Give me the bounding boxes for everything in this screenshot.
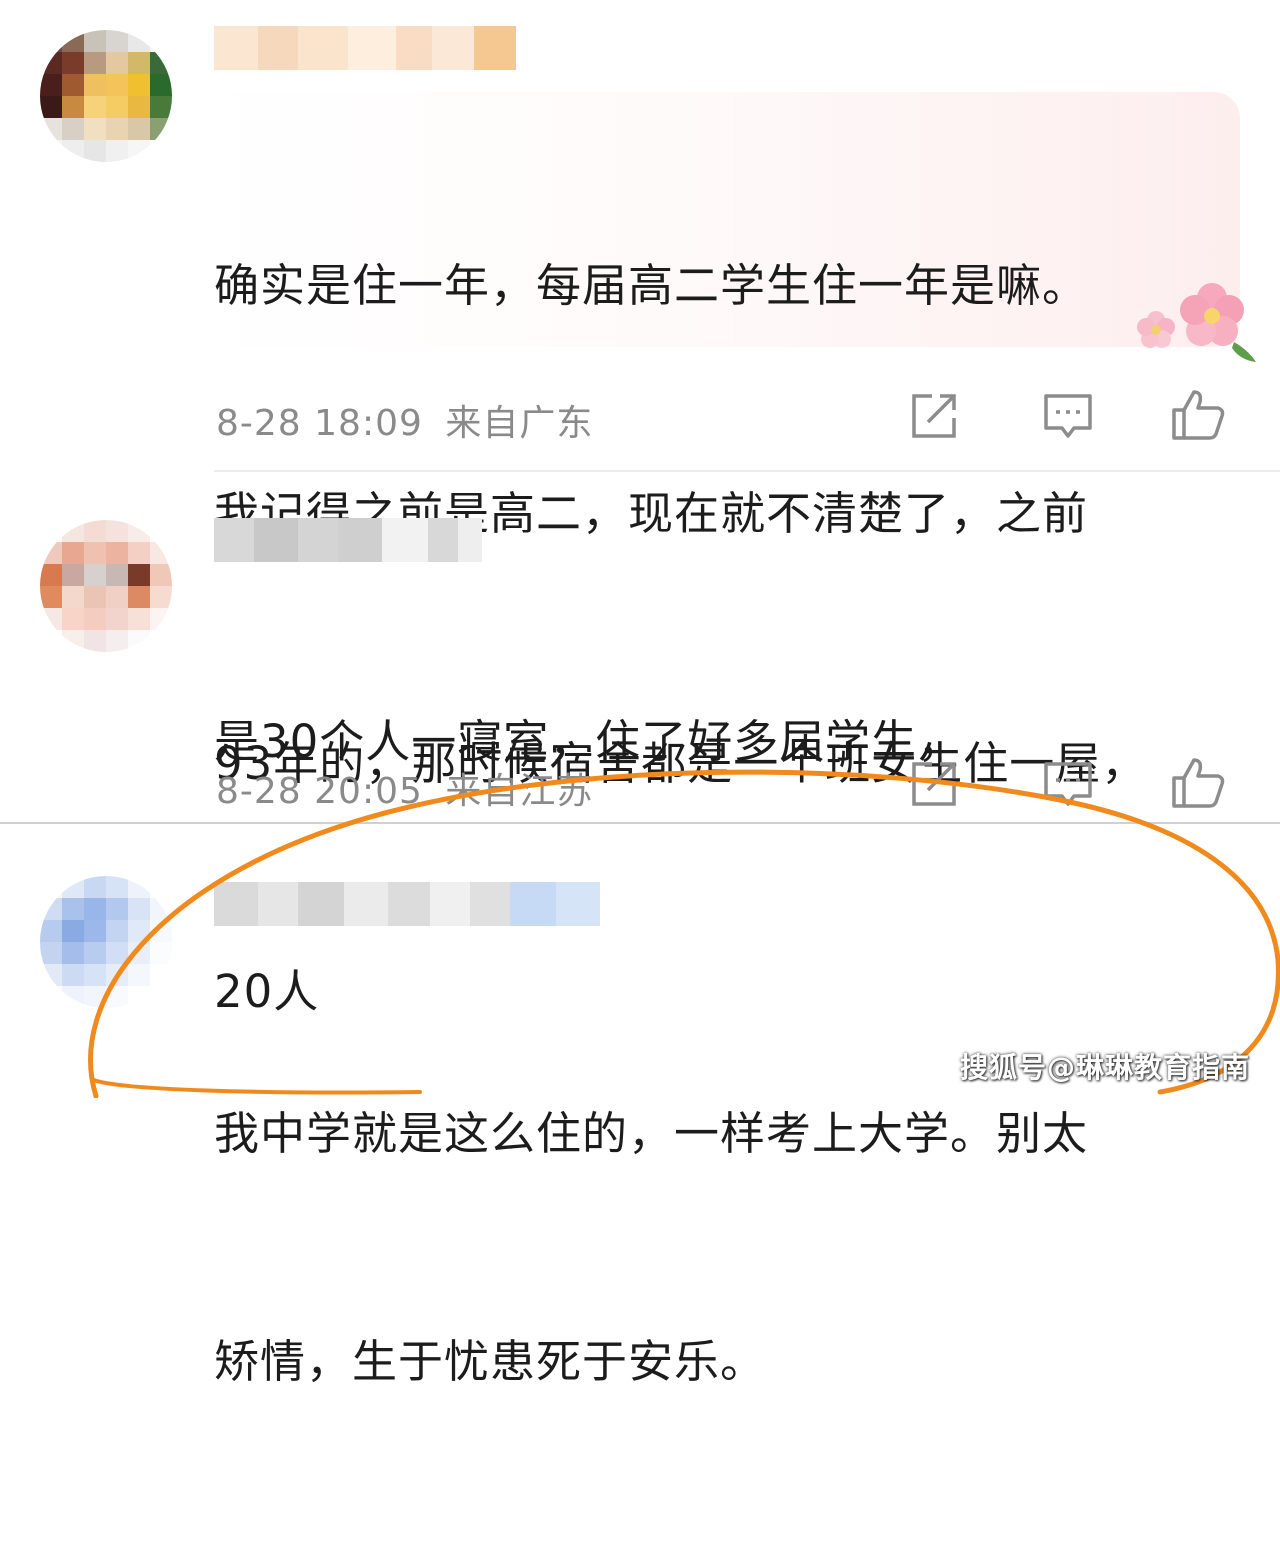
watermark: 搜狐号@琳琳教育指南 (959, 1051, 1250, 1084)
highlight-ellipse (88, 769, 1280, 1098)
